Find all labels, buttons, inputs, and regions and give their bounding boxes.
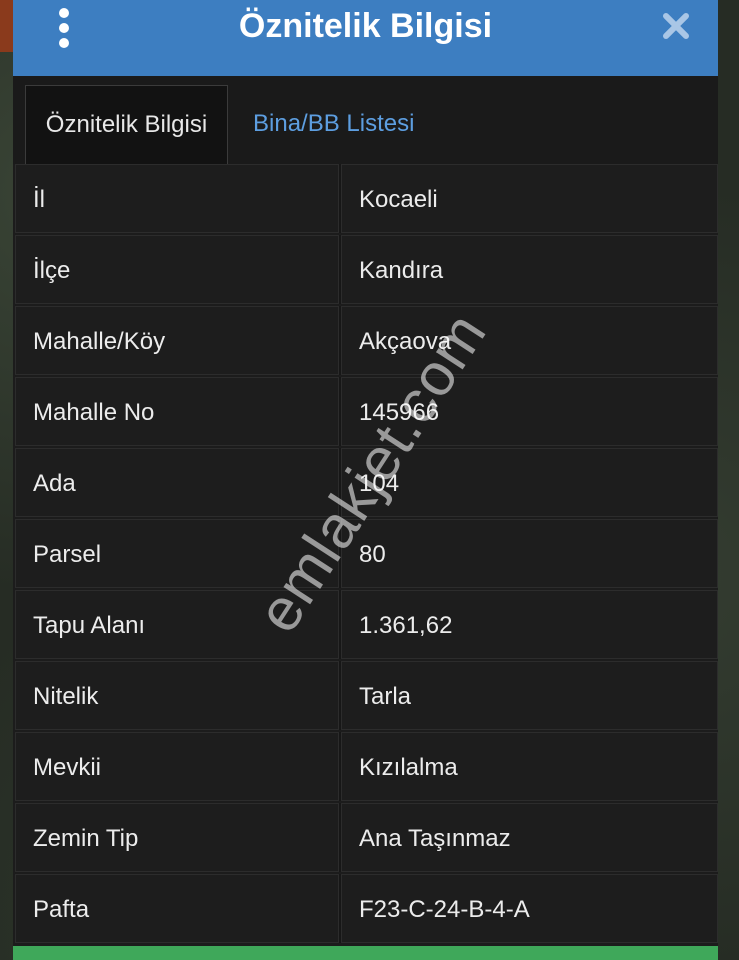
attribute-value: 145966 (341, 377, 718, 446)
attribute-key: İlçe (15, 235, 339, 304)
close-icon[interactable] (660, 10, 692, 42)
attribute-table: İl Kocaeli İlçe Kandıra Mahalle/Köy Akça… (15, 164, 718, 945)
table-row: İl Kocaeli (15, 164, 718, 233)
table-row: Pafta F23-C-24-B-4-A (15, 874, 718, 943)
attribute-key: Mevkii (15, 732, 339, 801)
table-row: Mevkii Kızılalma (15, 732, 718, 801)
attribute-key: Parsel (15, 519, 339, 588)
attribute-value: Ana Taşınmaz (341, 803, 718, 872)
attribute-value: Tarla (341, 661, 718, 730)
table-row: Mahalle No 145966 (15, 377, 718, 446)
attribute-value: 80 (341, 519, 718, 588)
attribute-value: Kandıra (341, 235, 718, 304)
attribute-value: 104 (341, 448, 718, 517)
attribute-key: Nitelik (15, 661, 339, 730)
attribute-value: Kocaeli (341, 164, 718, 233)
table-row: Nitelik Tarla (15, 661, 718, 730)
attribute-value: Kızılalma (341, 732, 718, 801)
attribute-info-panel: Öznitelik Bilgisi Öznitelik Bilgisi Bina… (13, 0, 718, 960)
table-row: İlçe Kandıra (15, 235, 718, 304)
tab-bar: Öznitelik Bilgisi Bina/BB Listesi (13, 76, 718, 164)
table-row: Mahalle/Köy Akçaova (15, 306, 718, 375)
attribute-value: 1.361,62 (341, 590, 718, 659)
tab-building-list[interactable]: Bina/BB Listesi (253, 85, 414, 164)
table-row: Parsel 80 (15, 519, 718, 588)
table-row: Zemin Tip Ana Taşınmaz (15, 803, 718, 872)
tab-attribute-info[interactable]: Öznitelik Bilgisi (25, 85, 228, 164)
next-row-highlight (13, 946, 718, 960)
attribute-key: İl (15, 164, 339, 233)
attribute-key: Mahalle No (15, 377, 339, 446)
table-row: Ada 104 (15, 448, 718, 517)
table-row: Tapu Alanı 1.361,62 (15, 590, 718, 659)
attribute-key: Mahalle/Köy (15, 306, 339, 375)
attribute-value: F23-C-24-B-4-A (341, 874, 718, 943)
attribute-key: Pafta (15, 874, 339, 943)
attribute-key: Ada (15, 448, 339, 517)
map-layer-strip (0, 0, 13, 52)
title-bar: Öznitelik Bilgisi (13, 0, 718, 76)
attribute-key: Tapu Alanı (15, 590, 339, 659)
panel-title: Öznitelik Bilgisi (238, 7, 493, 45)
attribute-value: Akçaova (341, 306, 718, 375)
attribute-key: Zemin Tip (15, 803, 339, 872)
